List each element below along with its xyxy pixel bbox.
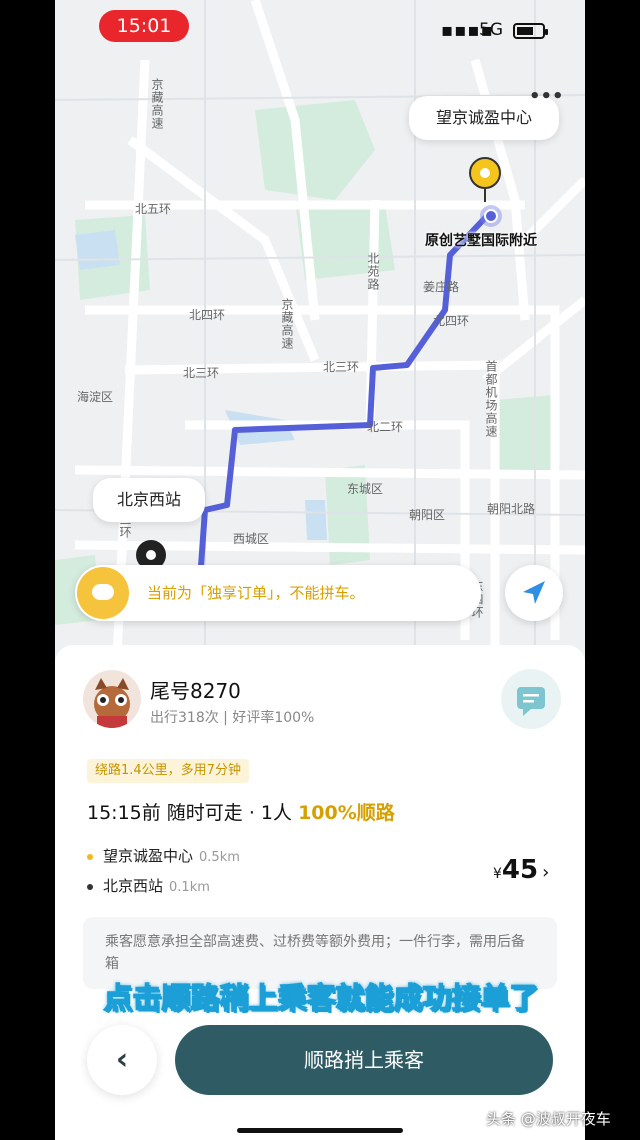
- passenger-stats: 出行318次 | 好评率100%: [150, 710, 315, 726]
- origin-label: 北京西站: [116, 490, 181, 509]
- avatar: [83, 670, 141, 728]
- current-location-label: 原创艺墅国际附近: [425, 233, 537, 249]
- map-label: 京藏高速: [280, 298, 294, 350]
- network-type: 5G: [479, 20, 503, 40]
- back-button[interactable]: ‹: [87, 1025, 157, 1095]
- stop-distance: 0.1km: [169, 880, 210, 895]
- more-icon[interactable]: •••: [529, 86, 564, 107]
- stop-name: 北京西站: [103, 877, 164, 895]
- battery-icon: [513, 23, 548, 39]
- map-label: 北四环: [433, 314, 470, 328]
- chat-bubble-icon: [77, 567, 129, 619]
- map-label: 北三环: [323, 360, 360, 374]
- map-label: 朝阳区: [409, 508, 446, 522]
- map-label: 北三环: [183, 366, 220, 380]
- plate-number: 尾号8270: [150, 679, 241, 703]
- time-and-seats: 15:15前 随时可走 · 1人: [87, 802, 293, 824]
- overlay-caption: 点击顺路稍上乘客就能成功接单了: [103, 980, 539, 1015]
- accept-ride-button[interactable]: 顺路捎上乘客: [175, 1025, 553, 1095]
- price-amount: 45: [501, 855, 539, 885]
- map-label: 北二环: [367, 420, 404, 434]
- route-match: 100%顺路: [298, 802, 395, 824]
- message-icon: [517, 687, 545, 716]
- stop-distance: 0.5km: [199, 850, 240, 865]
- chevron-left-icon: ‹: [115, 1042, 129, 1077]
- order-headline: 15:15前 随时可走 · 1人 100%顺路: [87, 798, 395, 825]
- map-label: 东城区: [347, 482, 384, 496]
- dropoff-dot-icon: [87, 883, 93, 890]
- detour-tag: 绕路1.4公里，多用7分钟: [87, 759, 249, 783]
- map-label: 北五环: [135, 202, 172, 216]
- price[interactable]: ¥45 ›: [493, 855, 549, 885]
- notice-text: 当前为「独享订单」，不能拼车。: [147, 584, 365, 602]
- exclusive-order-notice: 当前为「独享订单」，不能拼车。: [75, 565, 481, 621]
- map-label: 京藏高速: [150, 78, 164, 130]
- stop-name: 望京诚盈中心: [103, 847, 194, 865]
- map-label: 海淀区: [77, 390, 114, 404]
- map-label: 北苑路: [366, 252, 380, 291]
- status-bar: 15:01 ▪▪▪▪ 5G: [55, 0, 585, 60]
- status-time: 15:01: [99, 10, 189, 42]
- map-label: 北四环: [189, 308, 226, 322]
- destination-label: 望京诚盈中心: [435, 108, 532, 127]
- phone-screen: 北五环 北四环 北三环 北二环 北三环 北四环 东城区 西城区 朝阳区 海淀区 …: [55, 0, 585, 1140]
- message-button[interactable]: [501, 669, 561, 729]
- stop-dropoff: 北京西站 0.1km: [87, 875, 210, 896]
- home-indicator[interactable]: [237, 1128, 403, 1133]
- currency: ¥: [493, 866, 502, 882]
- watermark: 头条 @波叔开夜车: [486, 1110, 611, 1128]
- map-label: 姜庄路: [423, 280, 460, 294]
- map-label: 首都机场高速: [484, 360, 498, 438]
- origin-bubble[interactable]: 北京西站: [93, 478, 205, 522]
- stop-pickup: 望京诚盈中心 0.5km: [87, 845, 240, 866]
- pickup-dot-icon: [87, 853, 93, 860]
- chevron-right-icon: ›: [542, 862, 550, 883]
- navigation-arrow-icon: [523, 581, 545, 604]
- locate-button[interactable]: [505, 565, 563, 621]
- map-label: 西城区: [233, 532, 270, 546]
- map-label: 朝阳北路: [487, 502, 536, 516]
